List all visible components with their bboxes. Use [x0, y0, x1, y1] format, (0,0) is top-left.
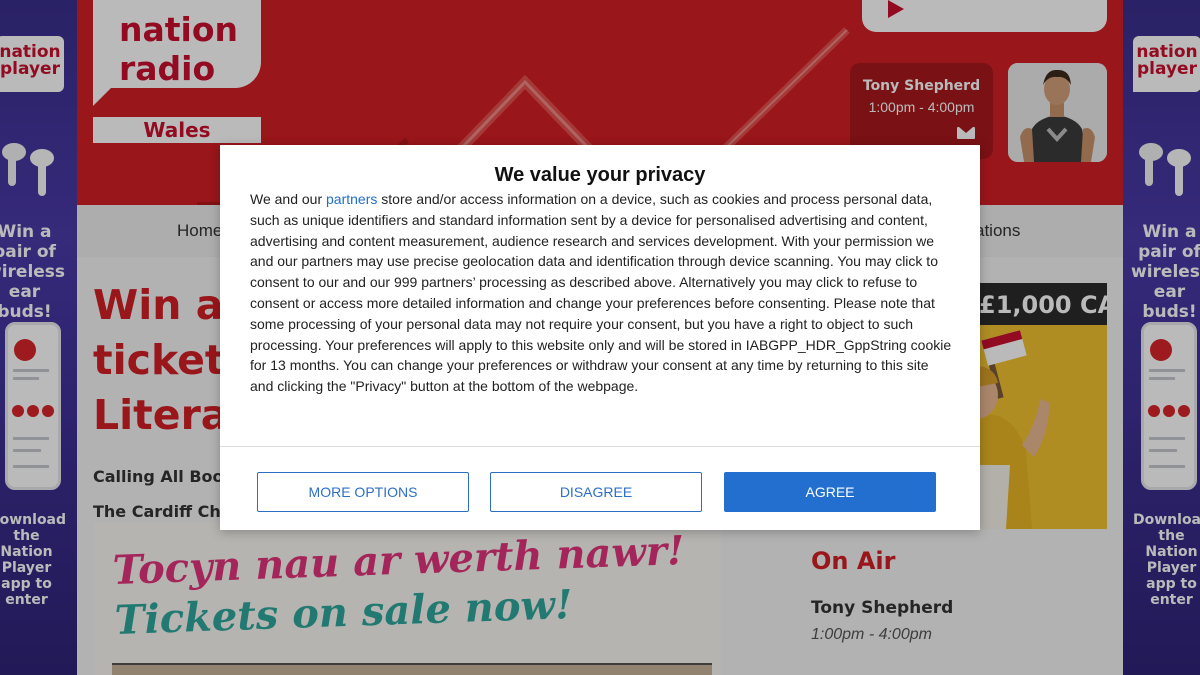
dialog-title: We value your privacy — [494, 164, 706, 186]
disagree-button[interactable]: Disagree — [490, 472, 702, 512]
dialog-divider — [220, 446, 980, 447]
agree-button[interactable]: Agree — [724, 472, 936, 512]
consent-body-text: We and our partners store and/or access … — [250, 189, 952, 397]
partners-link[interactable]: partners — [326, 191, 377, 207]
more-options-button[interactable]: More options — [257, 472, 469, 512]
consent-text-body: store and/or access information on a dev… — [250, 191, 952, 395]
consent-text-prefix: We and our — [250, 191, 327, 207]
privacy-consent-dialog: We value your privacy We and our partner… — [220, 145, 980, 530]
